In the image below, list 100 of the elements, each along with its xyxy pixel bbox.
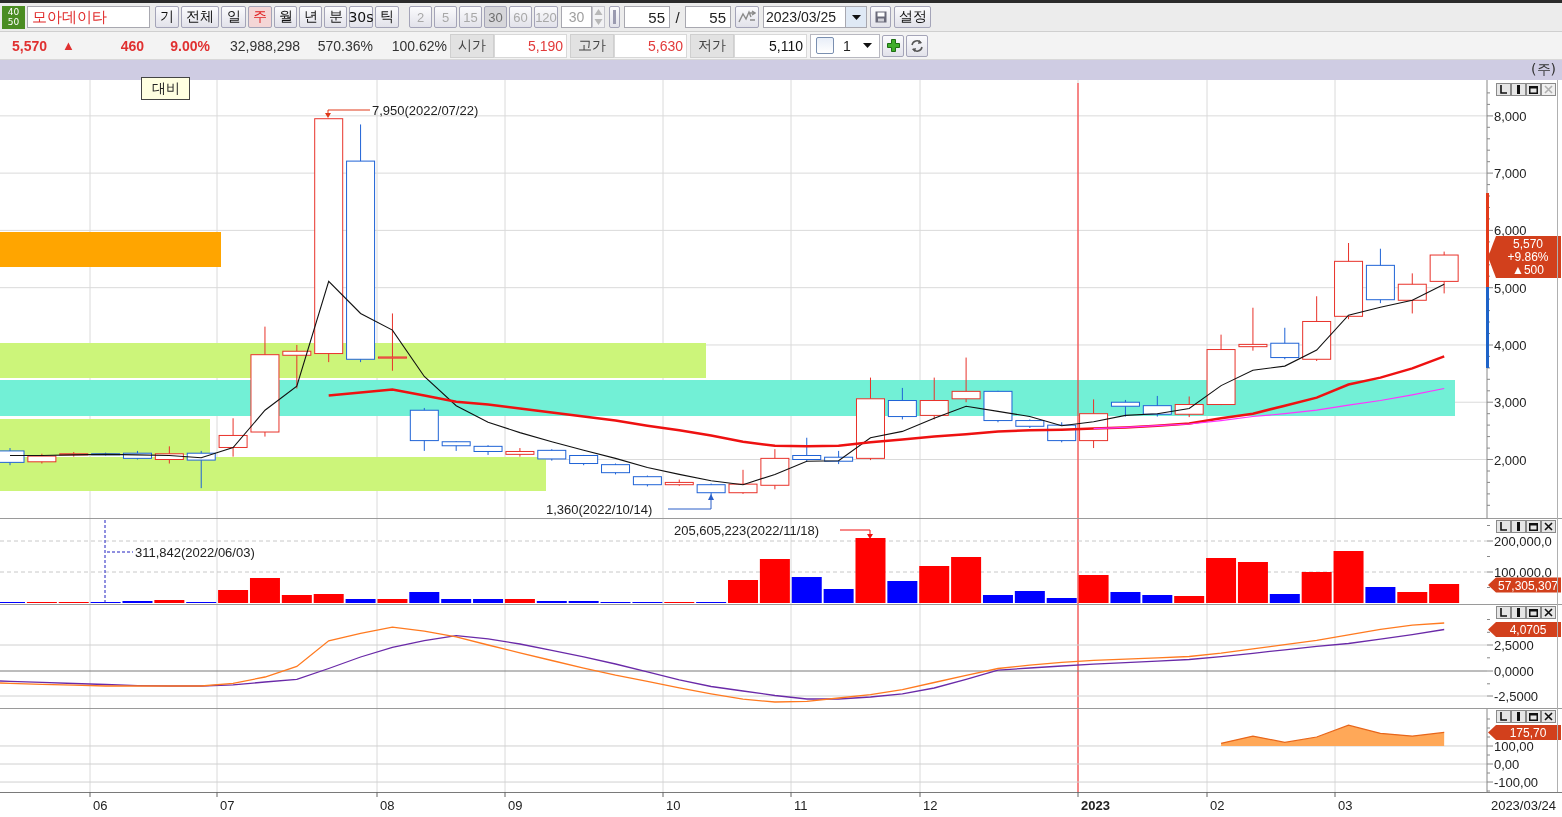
line-chart-icon — [738, 10, 756, 24]
candlestick — [1206, 334, 1236, 406]
candlestick — [760, 448, 790, 490]
slash-label: / — [674, 8, 681, 26]
bar-icon — [1517, 522, 1520, 531]
period-button[interactable]: 분 — [324, 6, 347, 28]
bar-count-field[interactable]: 55 — [624, 6, 670, 28]
volume-axis-label: 200,000,0 — [1494, 534, 1552, 549]
corner-icon — [1500, 608, 1507, 617]
panel-button[interactable] — [1511, 83, 1526, 96]
panel-button[interactable] — [1511, 520, 1526, 533]
checkbox[interactable] — [816, 37, 834, 54]
bar-icon — [1517, 85, 1520, 94]
candlestick — [91, 452, 121, 456]
leader-arrow — [667, 494, 714, 510]
quote-stat: 100.62% — [390, 37, 447, 54]
panel-maximize-button[interactable] — [1526, 606, 1541, 619]
stock-name-field[interactable]: 모아데이타 — [27, 6, 150, 28]
period-button[interactable]: 전체 — [181, 6, 219, 28]
candlestick — [983, 390, 1013, 423]
price-axis-label: 8,000 — [1494, 108, 1527, 124]
bar-icon — [613, 10, 616, 24]
refresh-button[interactable] — [906, 34, 928, 57]
volume-tag: 57,305,307 — [1488, 577, 1561, 593]
panel-button[interactable] — [1496, 606, 1511, 619]
time-axis-label: 07 — [220, 798, 235, 813]
candlestick — [632, 475, 662, 487]
close-icon — [1544, 608, 1553, 617]
caret-icon — [851, 14, 861, 20]
panel-close-button[interactable] — [1541, 606, 1556, 619]
time-axis-label: 11 — [794, 798, 808, 813]
save-icon — [874, 11, 887, 23]
add-button[interactable] — [882, 34, 904, 57]
panel-button[interactable] — [1496, 710, 1511, 723]
volume-axis-label: 100,000,0 — [1494, 565, 1552, 580]
candlestick — [919, 377, 949, 420]
panel-button[interactable] — [1496, 520, 1511, 533]
candlestick — [505, 447, 535, 458]
price-axis-label: 2,000 — [1494, 452, 1527, 468]
panel-button[interactable] — [1511, 606, 1526, 619]
unit-label: (주) — [1531, 61, 1556, 79]
candlestick — [186, 450, 216, 489]
price-axis-label: 6,000 — [1494, 223, 1527, 239]
candlestick — [1142, 395, 1172, 418]
candlestick — [569, 454, 599, 466]
candlestick — [59, 451, 89, 458]
price-value: 5,190 — [494, 33, 567, 58]
candlestick — [1015, 418, 1045, 429]
date-field[interactable]: 2023/03/25 — [763, 6, 846, 28]
panel-button[interactable] — [1496, 83, 1511, 96]
candlestick — [27, 453, 57, 464]
oscillator-axis-label: -100,00 — [1494, 775, 1539, 791]
panel-button[interactable] — [1511, 710, 1526, 723]
period-button[interactable]: 30s — [349, 6, 373, 28]
bar-icon — [1517, 712, 1520, 721]
price-label: 고가 — [570, 33, 614, 58]
price-label: 시가 — [450, 33, 494, 58]
candlestick — [1238, 307, 1268, 352]
candlestick — [409, 407, 439, 452]
volume-annotation: 311,842(2022/06/03) — [135, 545, 255, 560]
candlestick — [473, 444, 503, 456]
leader-arrow — [325, 109, 371, 118]
volume-axis — [1486, 525, 1494, 588]
time-axis-label: 2023 — [1081, 798, 1110, 813]
price-axis-label: 3,000 — [1494, 395, 1527, 411]
panel-maximize-button[interactable] — [1526, 83, 1541, 96]
panel-close-button[interactable] — [1541, 710, 1556, 723]
price-label: 저가 — [690, 33, 734, 58]
panel-maximize-button[interactable] — [1526, 710, 1541, 723]
direction-arrow: ▲ — [62, 38, 76, 53]
oscillator-axis-label: 0,00 — [1494, 757, 1520, 772]
settings-button[interactable]: 설정 — [894, 6, 931, 28]
bar-total-field[interactable]: 55 — [685, 6, 731, 28]
panel-close-button[interactable] — [1541, 520, 1556, 533]
chart-reset-button[interactable] — [735, 6, 759, 28]
quote-stat: 32,988,298 — [228, 37, 300, 54]
bar-icon — [1517, 608, 1520, 617]
period-button[interactable]: 주 — [248, 6, 272, 28]
save-button[interactable] — [870, 6, 891, 28]
period-button[interactable]: 년 — [299, 6, 322, 28]
price-value: 5,110 — [734, 33, 807, 58]
period-button[interactable]: 틱 — [375, 6, 399, 28]
period-button[interactable]: 월 — [274, 6, 297, 28]
handle-button[interactable] — [609, 6, 620, 28]
period-button[interactable]: 기 — [155, 6, 179, 28]
candlestick — [887, 387, 917, 420]
price-annotation: 7,950(2022/07/22) — [372, 103, 479, 118]
quantity-box[interactable]: 1 — [810, 33, 880, 58]
period-button[interactable]: 일 — [221, 6, 246, 28]
dropdown-button[interactable] — [846, 6, 867, 28]
macd-axis-label: 0,0000 — [1494, 664, 1534, 679]
candlestick — [1174, 396, 1204, 418]
candlestick — [123, 450, 152, 460]
plus-icon — [886, 39, 900, 52]
panel-maximize-button[interactable] — [1526, 520, 1541, 533]
time-axis-label: 03 — [1338, 798, 1353, 813]
corner-icon — [1500, 85, 1507, 94]
price-axis-label: 4,000 — [1494, 337, 1527, 353]
macd-axis-label: 2,5000 — [1494, 638, 1534, 653]
quote-stat: 570.36% — [316, 37, 373, 54]
